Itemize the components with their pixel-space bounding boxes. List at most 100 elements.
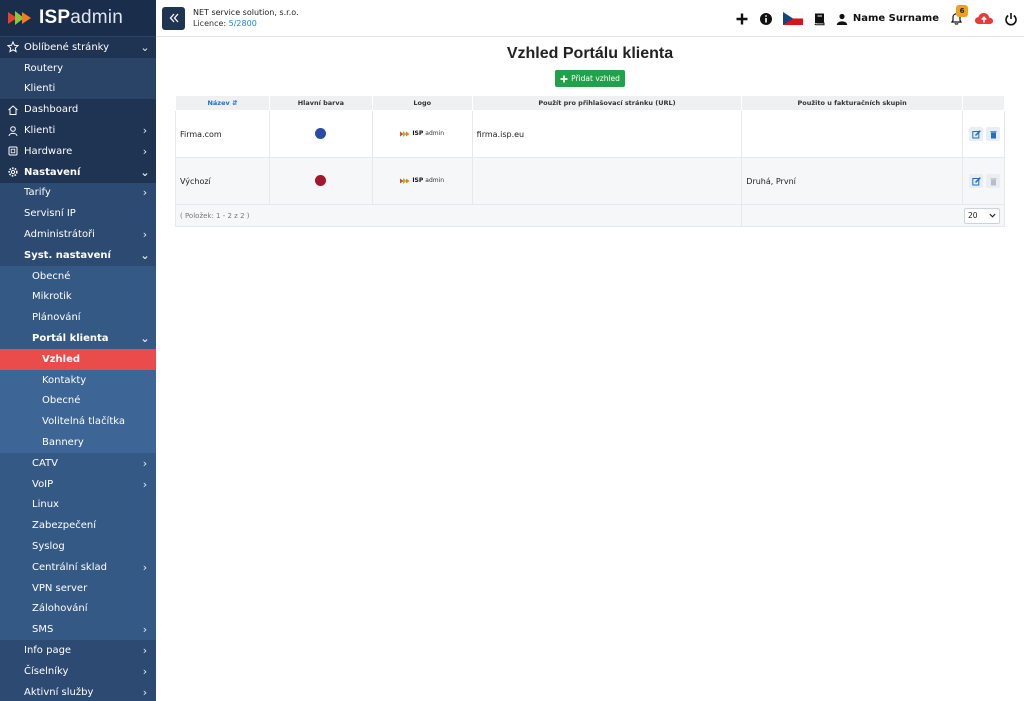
sidebar-item-label: Volitelná tlačítka [42, 416, 126, 428]
chevron-right-icon: › [142, 228, 148, 242]
color-swatch [315, 174, 327, 186]
cloud-upload-icon[interactable] [974, 11, 994, 26]
sidebar-item-sms[interactable]: SMS › [0, 619, 156, 641]
sidebar-item-service-ip[interactable]: Servisní IP [0, 203, 156, 225]
sidebar-item-backup[interactable]: Zálohování [0, 598, 156, 620]
home-icon [6, 103, 19, 116]
portal-logo-bold: ISP [412, 130, 424, 137]
sidebar-item-planning[interactable]: Plánování [0, 307, 156, 329]
sidebar-item-syslog[interactable]: Syslog [0, 536, 156, 557]
sidebar-item-general[interactable]: Obecné [0, 265, 156, 287]
sidebar-item-settings[interactable]: Nastavení ⌄ [0, 161, 156, 183]
page-title: Vzhled Portálu klienta [506, 45, 674, 62]
plus-icon[interactable] [735, 12, 749, 26]
sidebar-item-label: Tarify [24, 187, 51, 199]
sidebar-item-label: VoIP [32, 478, 54, 490]
sidebar-item-appearance[interactable]: Vzhled [0, 348, 156, 370]
star-icon [6, 41, 19, 54]
cell-groups: Druhá, První [741, 157, 963, 205]
sidebar-item-label: Vzhled [42, 353, 81, 365]
sidebar-item-catv[interactable]: CATV › [0, 452, 156, 474]
sidebar-item-label: Kontakty [42, 374, 87, 386]
sidebar-item-label: Klienti [24, 83, 56, 95]
sidebar-item-label: Zabezpečení [32, 520, 96, 532]
sidebar-item-contacts[interactable]: Kontakty [0, 369, 156, 391]
sidebar-item-linux[interactable]: Linux [0, 494, 156, 516]
sidebar-item-label: Routery [24, 62, 64, 74]
column-header-name[interactable]: Název ⇵ [175, 95, 270, 111]
book-icon[interactable] [813, 12, 826, 26]
sidebar-item-favorites[interactable]: Oblíbené stránky ⌄ [0, 37, 156, 58]
sidebar-item-client-portal[interactable]: Portál klienta ⌄ [0, 328, 156, 349]
licence-label: Licence: [193, 19, 227, 28]
logo[interactable]: ISPadmin [0, 0, 156, 37]
sidebar-item-optional-buttons[interactable]: Volitelná tlačítka [0, 411, 156, 433]
sidebar-item-label: Administrátoři [24, 229, 95, 241]
sidebar-item-label: Hardware [24, 145, 73, 157]
sidebar-item-clients[interactable]: Klienti › [0, 120, 156, 141]
sidebar-item-tariffs[interactable]: Tarify › [0, 182, 156, 204]
delete-button[interactable] [986, 127, 1000, 141]
sidebar-item-security[interactable]: Zabezpečení [0, 515, 156, 537]
cell-url [471, 157, 743, 205]
sidebar-item-central-storage[interactable]: Centrální sklad › [0, 556, 156, 578]
notification-count-badge: 6 [956, 5, 968, 17]
sidebar-item-favorite-clients[interactable]: Klienti [0, 78, 156, 100]
page-size-value: 20 [968, 211, 978, 220]
chevron-right-icon: › [142, 623, 148, 637]
column-header-label: Název [207, 99, 230, 107]
sidebar-item-voip[interactable]: VoIP › [0, 473, 156, 495]
chip-icon [6, 145, 19, 158]
collapse-sidebar-button[interactable] [162, 6, 185, 30]
sidebar-item-codebooks[interactable]: Číselníky › [0, 660, 156, 682]
sidebar-item-label: Aktivní služby [24, 686, 94, 698]
sidebar-item-portal-general[interactable]: Obecné [0, 390, 156, 412]
edit-button[interactable] [969, 127, 983, 141]
chevron-down-icon [989, 213, 996, 218]
edit-icon [971, 176, 981, 185]
company-info: NET service solution, s.r.o. Licence: 5/… [193, 7, 299, 29]
sidebar-item-vpn-server[interactable]: VPN server [0, 577, 156, 599]
page-size-select[interactable]: 20 [964, 207, 1000, 224]
czech-flag-icon[interactable] [782, 12, 803, 25]
brand-logo-icon [400, 130, 410, 137]
sidebar-item-label: Zálohování [32, 603, 88, 615]
sidebar-item-active-services[interactable]: Aktivní služby › [0, 681, 156, 701]
user-menu[interactable]: Name Surname [836, 13, 939, 25]
sidebar-item-admins[interactable]: Administrátoři › [0, 224, 156, 245]
sidebar-item-dashboard[interactable]: Dashboard [0, 99, 156, 121]
sidebar-item-label: SMS [32, 624, 54, 636]
info-icon[interactable] [759, 12, 773, 26]
trash-icon [989, 130, 997, 138]
sidebar-item-label: Plánování [32, 312, 81, 324]
sidebar-item-label: Linux [32, 499, 59, 511]
licence-value[interactable]: 5/2800 [229, 19, 257, 28]
pager-cell: 20 [741, 204, 1005, 227]
chevron-down-icon: ⌄ [140, 40, 150, 54]
sidebar-item-label: Oblíbené stránky [24, 41, 110, 53]
sidebar-item-sys-settings[interactable]: Syst. nastavení ⌄ [0, 244, 156, 266]
sidebar-item-banners[interactable]: Bannery [0, 432, 156, 453]
brand-logo-icon [400, 177, 410, 184]
user-icon [6, 124, 19, 137]
power-icon[interactable] [1004, 12, 1018, 26]
sidebar-item-label: Syst. nastavení [24, 249, 111, 261]
chevron-right-icon: › [142, 685, 148, 699]
cell-url: firma.isp.eu [471, 110, 743, 158]
sidebar-item-label: Mikrotik [32, 291, 72, 303]
sidebar-item-routers[interactable]: Routery [0, 57, 156, 79]
chevron-down-icon: ⌄ [140, 165, 150, 179]
column-header-main-color: Hlavní barva [268, 95, 373, 111]
sidebar-item-mikrotik[interactable]: Mikrotik [0, 286, 156, 308]
cell-name: Firma.com [175, 110, 270, 158]
edit-button[interactable] [969, 174, 983, 188]
sidebar-item-label: VPN server [32, 582, 88, 594]
cell-logo: ISP admin [371, 110, 473, 158]
table-row: Výchozí ISP admin Druhá, První [175, 157, 1006, 205]
sidebar-item-info-page[interactable]: Info page › [0, 640, 156, 661]
add-appearance-button[interactable]: Přidat vzhled [555, 70, 625, 87]
chevron-right-icon: › [142, 477, 148, 491]
chevron-right-icon: › [142, 124, 148, 138]
sidebar-item-hardware[interactable]: Hardware › [0, 140, 156, 162]
notifications-bell-icon[interactable]: 6 [949, 5, 968, 26]
